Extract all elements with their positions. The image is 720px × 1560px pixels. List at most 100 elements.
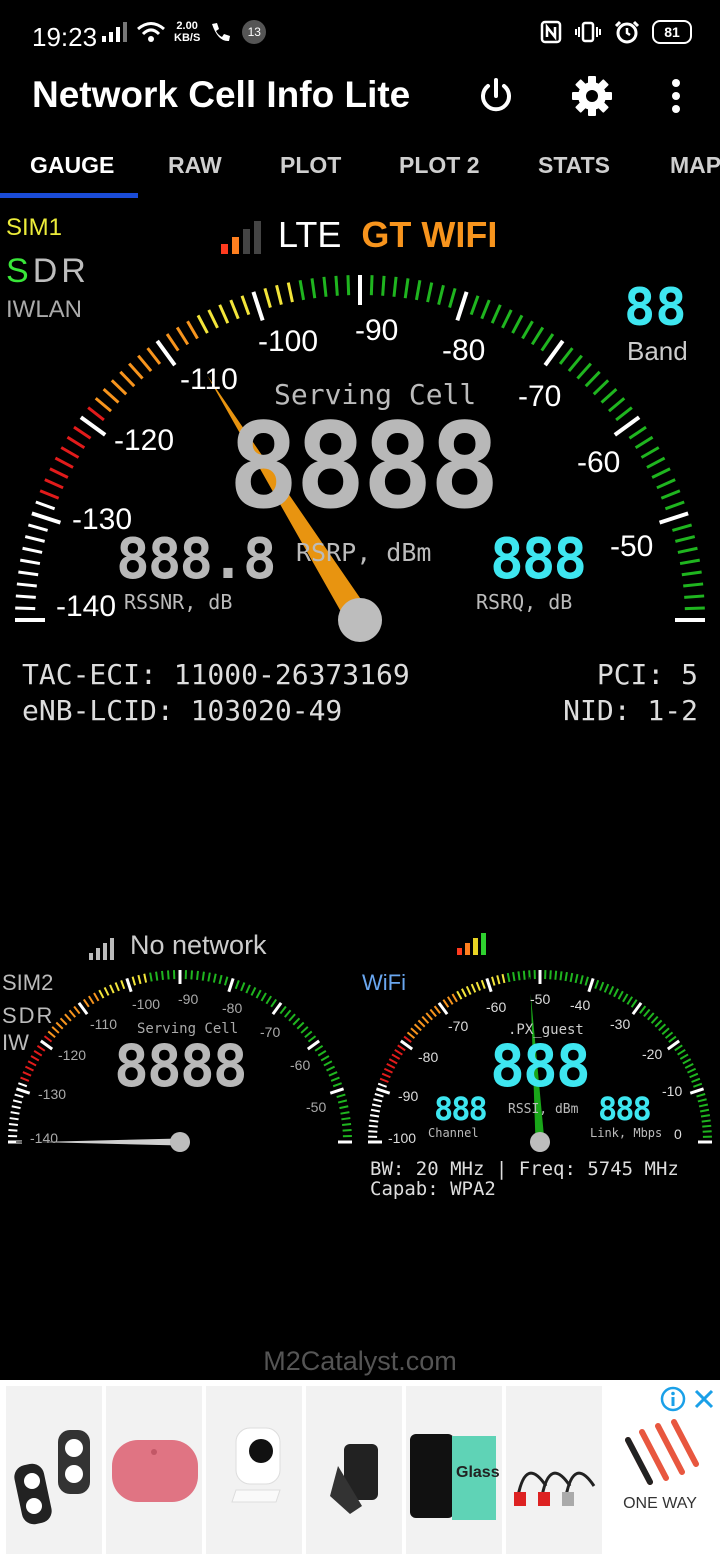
rsrp-minor-tick xyxy=(448,287,457,309)
wifi-minor-tick xyxy=(626,996,634,1005)
wifi-minor-tick xyxy=(371,1103,382,1108)
settings-button[interactable] xyxy=(564,72,620,120)
wifi-minor-tick xyxy=(522,970,526,980)
sim2-scale-80: -80 xyxy=(222,1000,243,1016)
sim2-status: No network xyxy=(130,930,267,960)
power-button[interactable] xyxy=(468,72,524,120)
wifi-scale-40: -40 xyxy=(570,997,591,1013)
wifi-minor-tick xyxy=(394,1048,403,1056)
rsrp-minor-tick xyxy=(671,523,693,532)
wifi-minor-tick xyxy=(679,1053,689,1060)
wifi-major-tick xyxy=(587,977,595,993)
tab-bar: GAUGE RAW PLOT PLOT 2 STATS MAP xyxy=(0,142,720,200)
ad-product-camera[interactable] xyxy=(206,1386,302,1554)
rsrp-minor-tick xyxy=(403,278,410,299)
sim2-minor-tick xyxy=(300,1026,309,1034)
sim2-minor-tick xyxy=(93,992,100,1002)
wifi-minor-tick xyxy=(622,993,629,1003)
rsrp-minor-tick xyxy=(263,287,272,309)
wifi-minor-tick xyxy=(373,1098,383,1103)
sim2-minor-tick xyxy=(143,973,148,983)
wifi-scale-90: -90 xyxy=(398,1088,419,1104)
sim2-minor-tick xyxy=(68,1009,76,1018)
scale-label-140: -140 xyxy=(56,590,117,623)
rsrp-major-tick xyxy=(658,511,689,525)
sim2-minor-tick xyxy=(131,976,137,986)
rsrp-minor-tick xyxy=(646,456,666,469)
sim2-scale-50: -50 xyxy=(306,1099,327,1115)
rsrp-minor-tick xyxy=(501,309,513,329)
sim2-minor-tick xyxy=(223,976,229,986)
ad-product-cables[interactable] xyxy=(506,1386,602,1554)
rsrp-minor-tick xyxy=(15,594,36,599)
rsrp-minor-tick xyxy=(600,388,618,404)
rsrp-minor-tick xyxy=(119,370,136,388)
sim2-minor-tick xyxy=(250,986,257,996)
ad-banner[interactable]: Glass ONE WAY xyxy=(0,1380,720,1560)
sim2-minor-tick xyxy=(307,1035,317,1043)
rsrp-minor-tick xyxy=(634,435,654,450)
wifi-minor-tick xyxy=(397,1044,406,1052)
sim2-minor-tick xyxy=(270,998,278,1008)
ad-info-button[interactable] xyxy=(660,1386,686,1417)
rsrp-minor-tick xyxy=(369,275,374,296)
sim2-minor-tick xyxy=(55,1021,64,1030)
ad-product-screen-glass[interactable]: Glass xyxy=(406,1386,502,1554)
wifi-minor-tick xyxy=(451,993,458,1003)
wifi-minor-tick xyxy=(461,988,467,998)
rsrp-minor-tick xyxy=(87,406,105,422)
sim2-minor-tick xyxy=(98,989,105,999)
wifi-minor-tick xyxy=(698,1103,709,1108)
rsrp-minor-tick xyxy=(480,299,491,320)
sim2-scale-100: -100 xyxy=(132,996,161,1012)
rsrp-minor-tick xyxy=(286,282,294,303)
app-bar: Network Cell Info Lite xyxy=(0,72,720,142)
wifi-minor-tick xyxy=(599,981,605,991)
rsrp-minor-tick xyxy=(27,523,49,532)
sim2-minor-tick xyxy=(167,970,170,980)
sim2-minor-tick xyxy=(196,970,199,980)
rsrp-value: 8888 xyxy=(228,407,500,525)
sim2-minor-tick xyxy=(342,1123,352,1126)
wifi-minor-tick xyxy=(512,971,516,982)
wifi-minor-tick xyxy=(517,971,521,981)
ad-product-camera-lens[interactable] xyxy=(6,1386,102,1554)
tab-map[interactable]: MAP xyxy=(670,152,720,179)
tab-gauge[interactable]: GAUGE xyxy=(30,152,114,179)
one-way-logo-icon xyxy=(625,1419,699,1485)
rsrp-minor-tick xyxy=(240,295,251,316)
wifi-minor-tick xyxy=(383,1067,393,1074)
wifi-minor-tick xyxy=(456,990,463,1000)
wifi-minor-tick xyxy=(368,1124,378,1128)
tab-plot[interactable]: PLOT xyxy=(280,152,341,179)
rsrp-minor-tick xyxy=(576,362,592,380)
rsrp-minor-tick xyxy=(674,535,696,543)
sim2-network-header: No network xyxy=(88,930,267,961)
wifi-link-value: 888 xyxy=(598,1090,652,1128)
car-mount-product-icon xyxy=(330,1444,378,1514)
rsrp-minor-tick xyxy=(628,425,647,440)
ad-product-earbuds-case[interactable] xyxy=(106,1386,202,1554)
wifi-minor-tick xyxy=(496,975,501,985)
sim2-minor-tick xyxy=(245,984,251,994)
wifi-minor-tick xyxy=(579,975,584,985)
enb-lcid: eNB-LCID: 103020-49 xyxy=(22,694,343,727)
wifi-minor-tick xyxy=(668,1035,677,1043)
more-vert-icon xyxy=(672,79,680,113)
overflow-menu-button[interactable] xyxy=(648,72,704,120)
ad-close-button[interactable] xyxy=(692,1386,716,1417)
sim2-minor-tick xyxy=(11,1105,21,1110)
speed-unit: KB/S xyxy=(174,32,201,44)
wifi-bw-freq: BW: 20 MHz | Freq: 5745 MHz xyxy=(370,1158,679,1180)
wifi-scale-70: -70 xyxy=(448,1018,469,1034)
wifi-scale-80: -80 xyxy=(418,1049,439,1065)
tab-plot-2[interactable]: PLOT 2 xyxy=(399,152,480,179)
ad-brand-logo[interactable]: ONE WAY xyxy=(610,1410,710,1550)
tab-stats[interactable]: STATS xyxy=(538,152,610,179)
speed-value: 2.00 xyxy=(176,20,198,32)
sim2-scale-140: -140 xyxy=(30,1130,59,1146)
ad-product-car-mount[interactable] xyxy=(306,1386,402,1554)
tab-raw[interactable]: RAW xyxy=(168,152,222,179)
rssnr-label: RSSNR, dB xyxy=(124,590,233,614)
rsrp-minor-tick xyxy=(24,535,46,543)
